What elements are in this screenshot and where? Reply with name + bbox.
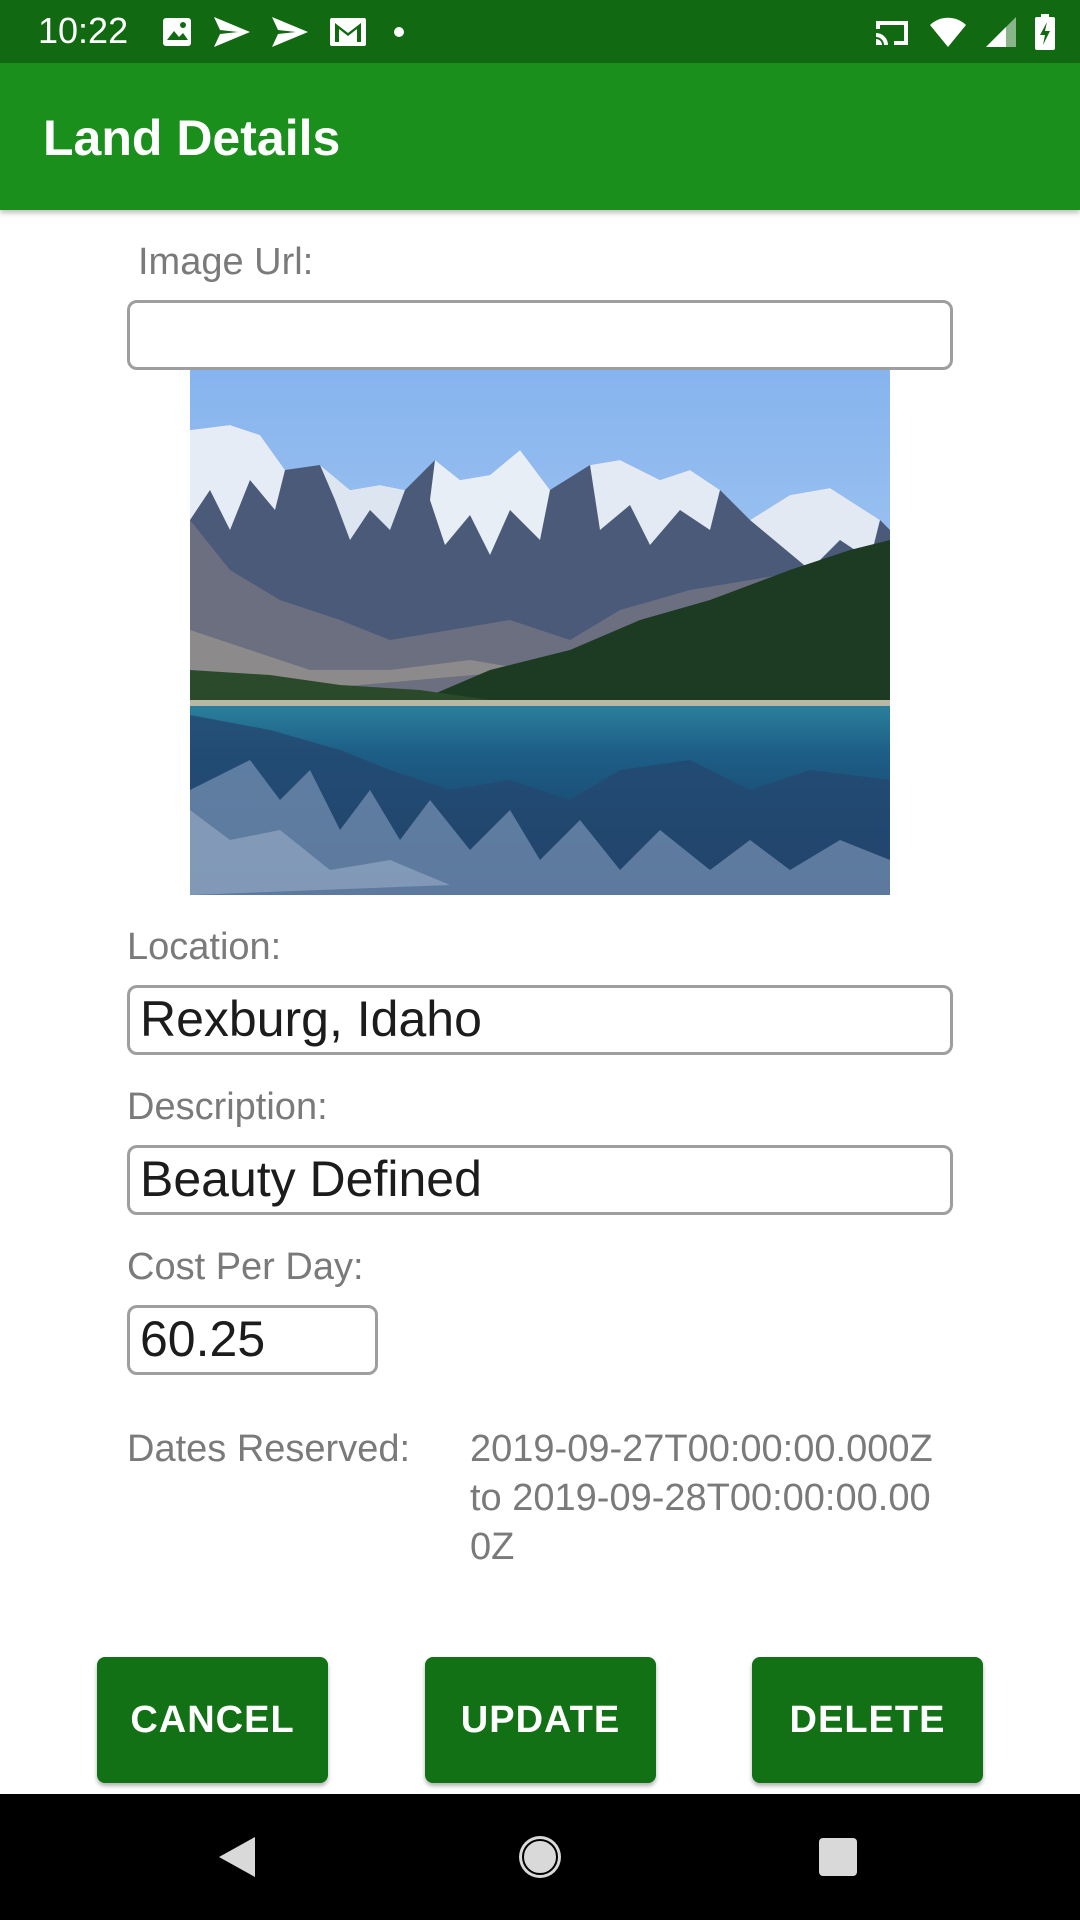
notification-icons	[160, 12, 412, 52]
wifi-icon	[930, 17, 966, 47]
cast-icon	[876, 21, 908, 45]
home-icon[interactable]	[515, 1832, 565, 1882]
description-input[interactable]: Beauty Defined	[127, 1145, 953, 1215]
status-time: 10:22	[38, 10, 129, 51]
cost-input[interactable]: 60.25	[127, 1305, 378, 1375]
location-input[interactable]: Rexburg, Idaho	[127, 985, 953, 1055]
dot-icon	[394, 27, 404, 37]
back-icon[interactable]	[215, 1835, 259, 1879]
send-icon	[214, 17, 250, 47]
cost-label: Cost Per Day:	[127, 1246, 364, 1288]
image-url-input[interactable]	[127, 300, 953, 370]
page-title: Land Details	[43, 110, 341, 166]
send-icon	[272, 17, 308, 47]
dates-reserved-value: 2019-09-27T00:00:00.000Z to 2019-09-28T0…	[470, 1428, 933, 1568]
update-button[interactable]: UPDATE	[425, 1657, 656, 1783]
delete-button[interactable]: DELETE	[752, 1657, 983, 1783]
recents-icon[interactable]	[817, 1836, 859, 1878]
signal-icon	[986, 17, 1016, 47]
dates-reserved-label: Dates Reserved:	[127, 1428, 411, 1470]
system-icons	[872, 12, 1056, 52]
navigation-bar	[0, 1794, 1080, 1920]
app-bar: Land Details	[0, 63, 1080, 210]
land-photo	[190, 370, 890, 895]
status-bar: 10:22	[0, 0, 1080, 63]
location-label: Location:	[127, 926, 282, 968]
battery-charging-icon	[1035, 14, 1055, 50]
description-label: Description:	[127, 1086, 328, 1128]
gmail-icon	[330, 18, 366, 46]
cancel-button[interactable]: CANCEL	[97, 1657, 328, 1783]
image-url-label: Image Url:	[138, 241, 314, 283]
image-icon	[163, 18, 191, 46]
